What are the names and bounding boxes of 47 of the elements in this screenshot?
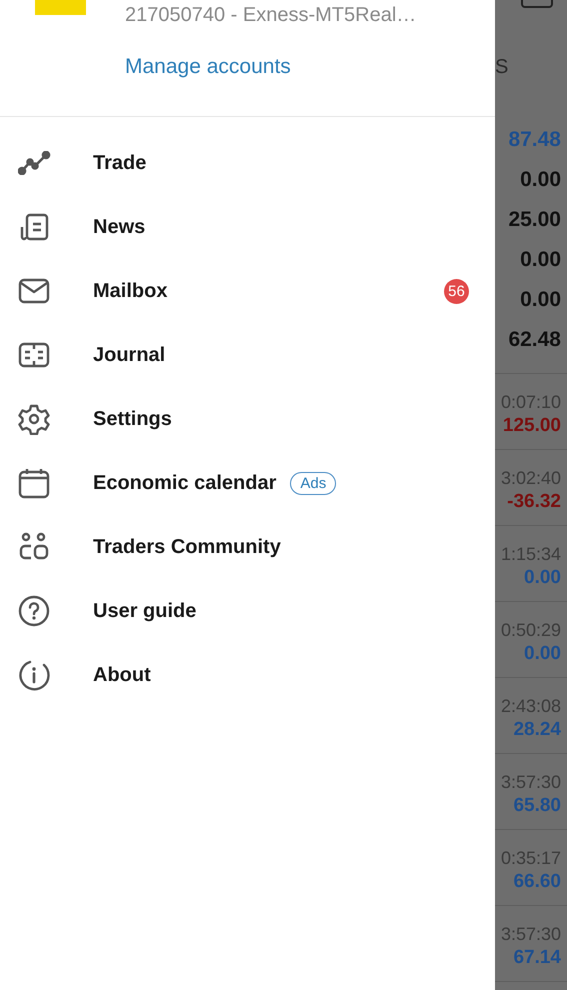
menu-item[interactable]: Settings xyxy=(0,387,495,451)
column-header: S xyxy=(495,56,508,80)
summary-value: 0.00 xyxy=(519,287,562,313)
position-profit: 65.80 xyxy=(513,794,561,818)
calendar-icon xyxy=(18,467,50,499)
menu-item[interactable]: User guide xyxy=(0,579,495,643)
menu-label: Traders Community xyxy=(93,536,281,558)
newspaper-icon xyxy=(18,213,50,241)
menu-label: About xyxy=(93,664,151,686)
position-profit: 66.60 xyxy=(513,870,561,894)
menu-item[interactable]: About xyxy=(0,643,495,707)
info-icon xyxy=(18,659,50,691)
menu-item[interactable]: Mailbox 56 xyxy=(0,259,495,323)
menu-label: Trade xyxy=(93,152,146,174)
manage-accounts-link[interactable]: Manage accounts xyxy=(125,54,416,80)
summary-value: 87.48 xyxy=(507,127,562,153)
position-profit: 28.24 xyxy=(513,718,561,742)
menu-item[interactable]: News xyxy=(0,195,495,259)
ads-tag: Ads xyxy=(290,472,336,494)
menu-label: News xyxy=(93,216,146,238)
account-number: 217050740 - Exness-MT5Real… xyxy=(125,3,416,27)
summary-value: 0.00 xyxy=(519,247,562,273)
menu-item[interactable]: Traders Community xyxy=(0,515,495,579)
summary-value: 62.48 xyxy=(507,327,562,353)
logo-icon xyxy=(35,0,86,15)
line-chart-icon xyxy=(18,151,52,175)
menu-item[interactable]: Journal xyxy=(0,323,495,387)
menu-label: Settings xyxy=(93,408,172,430)
menu-label: Journal xyxy=(93,344,166,366)
journal-icon xyxy=(18,342,50,368)
position-profit: 67.14 xyxy=(513,946,561,970)
menu-label: User guide xyxy=(93,600,196,622)
people-icon xyxy=(18,532,50,562)
summary-value: 0.00 xyxy=(519,167,562,193)
menu-item[interactable]: Trade xyxy=(0,131,495,195)
settings-icon xyxy=(18,403,50,435)
menu-item[interactable]: Economic calendar Ads xyxy=(0,451,495,515)
menu-label: Economic calendar xyxy=(93,472,276,494)
envelope-icon xyxy=(18,278,50,304)
position-profit: -36.32 xyxy=(507,490,561,514)
menu-label: Mailbox xyxy=(93,280,168,302)
position-profit: 0.00 xyxy=(524,566,561,590)
help-icon xyxy=(18,595,50,627)
summary-value: 25.00 xyxy=(507,207,562,233)
position-profit: 0.00 xyxy=(524,642,561,666)
unread-count-badge: 56 xyxy=(444,278,469,304)
position-profit: 125.00 xyxy=(502,414,561,438)
